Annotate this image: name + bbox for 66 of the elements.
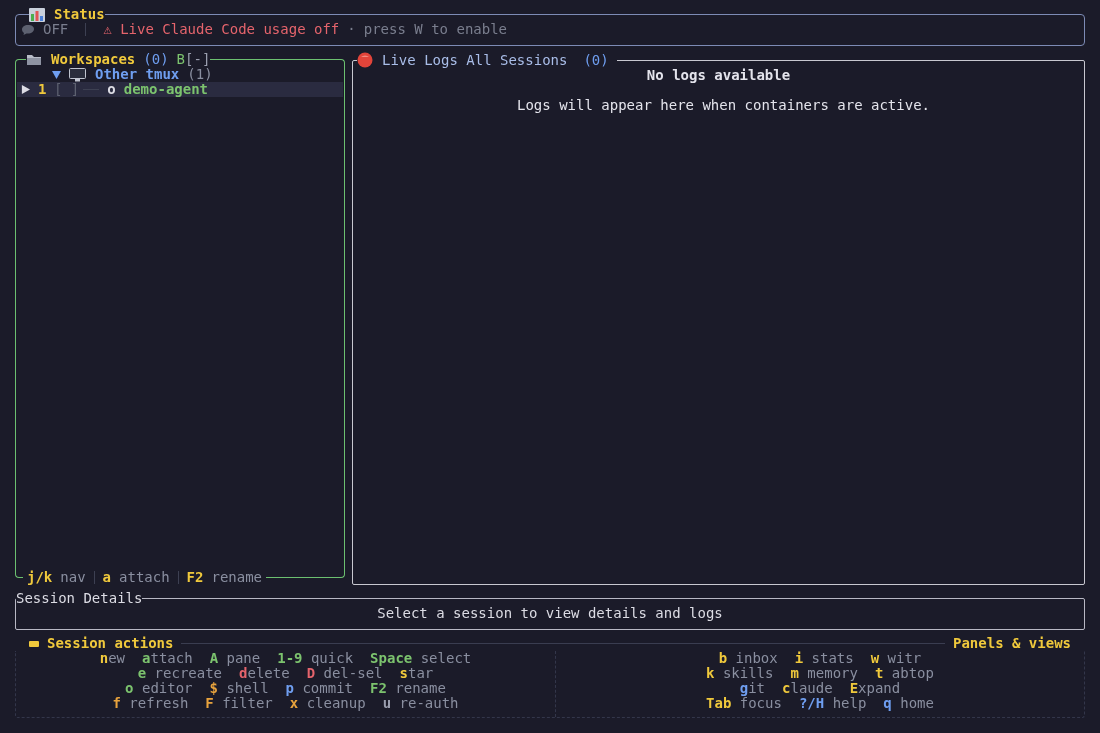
shortcut-hint: $ shell <box>209 681 269 696</box>
panel-title: Session Details <box>16 590 143 606</box>
hint-label: attach <box>119 570 170 585</box>
group-name[interactable]: Other tmux <box>95 67 180 82</box>
shortcut-hint: git <box>739 681 766 696</box>
shortcut-hint: f refresh <box>112 696 189 711</box>
section-title: Session actions <box>47 636 174 651</box>
status-indicator: o <box>107 82 116 97</box>
shortcut-hint: m memory <box>790 666 858 681</box>
bar-icon <box>29 640 39 647</box>
session-row[interactable]: 1 [ ] o demo-agent <box>17 82 343 97</box>
warning-text: ⚠ Live Claude Code usage off <box>103 22 340 37</box>
panel-title: Live Logs All Sessions <box>382 52 568 68</box>
shortcut-hint: p commit <box>285 681 353 696</box>
shortcut-hint: u re-auth <box>382 696 459 711</box>
shortcut-hint: i stats <box>794 651 854 666</box>
row-number: 1 <box>38 82 48 97</box>
shortcut-hint: w witr <box>870 651 922 666</box>
shortcut-hint: new <box>99 651 126 666</box>
section-title: Panels & views <box>953 636 1071 651</box>
hint-label: rename <box>211 570 263 585</box>
shortcut-hint: e recreate <box>137 666 223 681</box>
shortcut-hint: D del-sel <box>306 666 383 681</box>
shortcut-hint: ?/H help <box>798 696 867 711</box>
shortcut-hint: Expand <box>849 681 901 696</box>
folder-icon <box>26 53 42 66</box>
panel-title: Workspaces <box>51 52 136 67</box>
shortcut-hint: b inbox <box>718 651 778 666</box>
shortcut-hint: q home <box>883 696 934 711</box>
shortcut-hint: k skills <box>706 666 774 681</box>
details-message: Select a session to view details and logs <box>377 606 723 621</box>
key-hint[interactable]: B <box>176 52 186 67</box>
count-text: (1) <box>187 67 213 82</box>
shortcut-hint: 1-9 quick <box>277 651 354 666</box>
panel-title: Status <box>54 7 105 22</box>
bar-chart-icon <box>29 7 45 22</box>
shortcut-hint: Space select <box>370 651 472 666</box>
shortcut-hint: Tab focus <box>706 696 782 711</box>
shortcut-hint: delete <box>239 666 290 681</box>
shortcut-hint: F2 rename <box>370 681 446 696</box>
key-hint: F2 <box>186 570 204 585</box>
shortcut-hint: t abtop <box>874 666 934 681</box>
shortcut-hint: claude <box>782 681 833 696</box>
count-text: (0) <box>583 52 609 68</box>
key-hint: a <box>102 570 112 585</box>
selection-caret-icon[interactable] <box>21 85 30 94</box>
status-text: OFF <box>43 22 69 37</box>
hint-text: press W to enable <box>363 22 508 37</box>
session-name[interactable]: demo-agent <box>123 82 209 97</box>
empty-message: Logs will appear here when containers are active. <box>517 98 930 113</box>
shortcut-hint: x cleanup <box>289 696 366 711</box>
monitor-icon <box>69 67 86 82</box>
expanded-caret-icon[interactable] <box>52 70 61 79</box>
shortcut-hint: F filter <box>205 696 273 711</box>
hint-label: nav <box>60 570 86 585</box>
shortcut-hint: attach <box>142 651 193 666</box>
count-text: (0) <box>143 52 169 67</box>
speech-bubble-icon <box>21 23 35 36</box>
shortcut-hint: o editor <box>125 681 193 696</box>
shortcut-hint: A pane <box>209 651 261 666</box>
key-hint: j/k <box>27 570 53 585</box>
empty-title: No logs available <box>646 68 791 83</box>
shortcut-hint: star <box>399 666 434 681</box>
record-dot-icon <box>357 52 373 68</box>
separator-dot: · <box>347 22 356 37</box>
collapse-toggle[interactable]: [-] <box>185 52 211 67</box>
